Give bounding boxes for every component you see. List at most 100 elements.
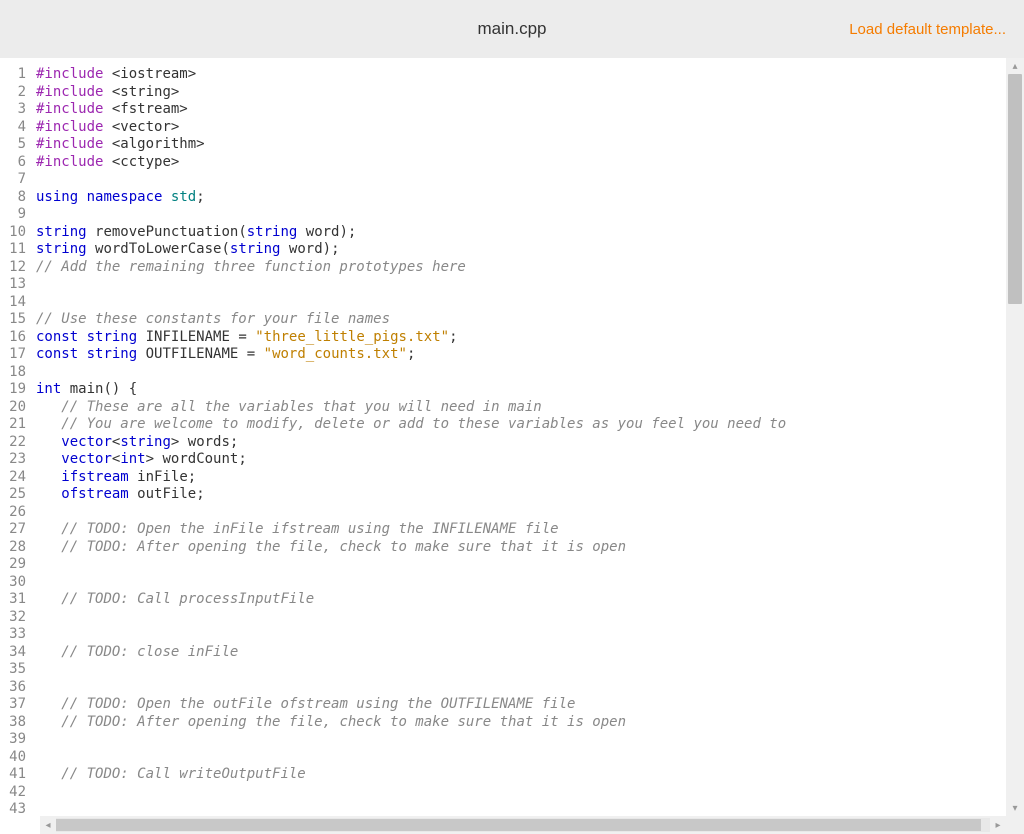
code-line[interactable]: // TODO: close inFile <box>36 644 998 662</box>
line-number: 13 <box>8 276 26 294</box>
code-line[interactable]: const string OUTFILENAME = "word_counts.… <box>36 346 998 364</box>
line-number: 39 <box>8 731 26 749</box>
line-number: 20 <box>8 399 26 417</box>
line-number: 7 <box>8 171 26 189</box>
line-number: 30 <box>8 574 26 592</box>
code-line[interactable]: // TODO: Open the outFile ofstream using… <box>36 696 998 714</box>
code-line[interactable] <box>36 171 998 189</box>
code-line[interactable] <box>36 749 998 767</box>
code-line[interactable]: #include <cctype> <box>36 154 998 172</box>
line-number: 21 <box>8 416 26 434</box>
code-line[interactable] <box>36 294 998 312</box>
line-number: 37 <box>8 696 26 714</box>
code-line[interactable] <box>36 731 998 749</box>
code-line[interactable]: // TODO: After opening the file, check t… <box>36 714 998 732</box>
line-number: 10 <box>8 224 26 242</box>
line-number: 16 <box>8 329 26 347</box>
line-number: 2 <box>8 84 26 102</box>
code-area[interactable]: 1234567891011121314151617181920212223242… <box>0 58 1006 816</box>
horizontal-scroll-thumb[interactable] <box>56 819 981 831</box>
line-number: 1 <box>8 66 26 84</box>
scroll-down-icon[interactable]: ▾ <box>1006 800 1024 816</box>
line-number: 22 <box>8 434 26 452</box>
line-number: 25 <box>8 486 26 504</box>
code-line[interactable] <box>36 364 998 382</box>
code-line[interactable] <box>36 784 998 802</box>
line-number: 33 <box>8 626 26 644</box>
code-line[interactable]: // Use these constants for your file nam… <box>36 311 998 329</box>
line-number: 23 <box>8 451 26 469</box>
line-number: 9 <box>8 206 26 224</box>
code-line[interactable]: // TODO: After opening the file, check t… <box>36 539 998 557</box>
code-line[interactable]: vector<string> words; <box>36 434 998 452</box>
scroll-corner <box>1006 816 1024 834</box>
code-line[interactable]: ifstream inFile; <box>36 469 998 487</box>
code-line[interactable]: #include <iostream> <box>36 66 998 84</box>
line-number: 32 <box>8 609 26 627</box>
line-number: 43 <box>8 801 26 816</box>
vertical-scroll-thumb[interactable] <box>1008 74 1022 304</box>
horizontal-scrollbar[interactable]: ◂ ▸ <box>40 816 1006 834</box>
code-line[interactable] <box>36 661 998 679</box>
line-number: 4 <box>8 119 26 137</box>
code-line[interactable]: string removePunctuation(string word); <box>36 224 998 242</box>
line-number-gutter: 1234567891011121314151617181920212223242… <box>0 58 32 816</box>
code-line[interactable]: // TODO: Call processInputFile <box>36 591 998 609</box>
code-line[interactable]: #include <algorithm> <box>36 136 998 154</box>
editor-header: main.cpp Load default template... <box>0 0 1024 58</box>
code-line[interactable]: string wordToLowerCase(string word); <box>36 241 998 259</box>
horizontal-scroll-track[interactable] <box>56 818 990 832</box>
line-number: 28 <box>8 539 26 557</box>
line-number: 26 <box>8 504 26 522</box>
code-line[interactable] <box>36 504 998 522</box>
code-line[interactable] <box>36 574 998 592</box>
scroll-left-icon[interactable]: ◂ <box>40 820 56 831</box>
code-line[interactable]: // TODO: Call writeOutputFile <box>36 766 998 784</box>
code-line[interactable] <box>36 276 998 294</box>
code-editor[interactable]: 1234567891011121314151617181920212223242… <box>0 58 1024 816</box>
code-line[interactable]: #include <vector> <box>36 119 998 137</box>
line-number: 11 <box>8 241 26 259</box>
code-line[interactable]: int main() { <box>36 381 998 399</box>
code-line[interactable]: // TODO: Open the inFile ifstream using … <box>36 521 998 539</box>
code-lines[interactable]: #include <iostream>#include <string>#inc… <box>32 58 1006 816</box>
line-number: 29 <box>8 556 26 574</box>
line-number: 6 <box>8 154 26 172</box>
line-number: 14 <box>8 294 26 312</box>
code-line[interactable]: // These are all the variables that you … <box>36 399 998 417</box>
code-line[interactable]: const string INFILENAME = "three_little_… <box>36 329 998 347</box>
code-line[interactable] <box>36 609 998 627</box>
line-number: 31 <box>8 591 26 609</box>
load-template-link[interactable]: Load default template... <box>849 21 1006 38</box>
line-number: 41 <box>8 766 26 784</box>
code-line[interactable] <box>36 679 998 697</box>
line-number: 35 <box>8 661 26 679</box>
line-number: 3 <box>8 101 26 119</box>
line-number: 12 <box>8 259 26 277</box>
line-number: 15 <box>8 311 26 329</box>
line-number: 18 <box>8 364 26 382</box>
line-number: 17 <box>8 346 26 364</box>
code-line[interactable]: // You are welcome to modify, delete or … <box>36 416 998 434</box>
line-number: 19 <box>8 381 26 399</box>
code-line[interactable]: #include <fstream> <box>36 101 998 119</box>
vertical-scrollbar[interactable]: ▴ ▾ <box>1006 58 1024 816</box>
code-line[interactable] <box>36 556 998 574</box>
code-line[interactable] <box>36 801 998 816</box>
line-number: 8 <box>8 189 26 207</box>
code-line[interactable] <box>36 626 998 644</box>
line-number: 27 <box>8 521 26 539</box>
scroll-up-icon[interactable]: ▴ <box>1006 58 1024 74</box>
scroll-right-icon[interactable]: ▸ <box>990 820 1006 831</box>
filename-label: main.cpp <box>478 19 547 39</box>
code-line[interactable]: // Add the remaining three function prot… <box>36 259 998 277</box>
code-line[interactable]: ofstream outFile; <box>36 486 998 504</box>
line-number: 34 <box>8 644 26 662</box>
code-line[interactable]: #include <string> <box>36 84 998 102</box>
code-line[interactable] <box>36 206 998 224</box>
line-number: 42 <box>8 784 26 802</box>
code-line[interactable]: using namespace std; <box>36 189 998 207</box>
line-number: 40 <box>8 749 26 767</box>
line-number: 36 <box>8 679 26 697</box>
code-line[interactable]: vector<int> wordCount; <box>36 451 998 469</box>
